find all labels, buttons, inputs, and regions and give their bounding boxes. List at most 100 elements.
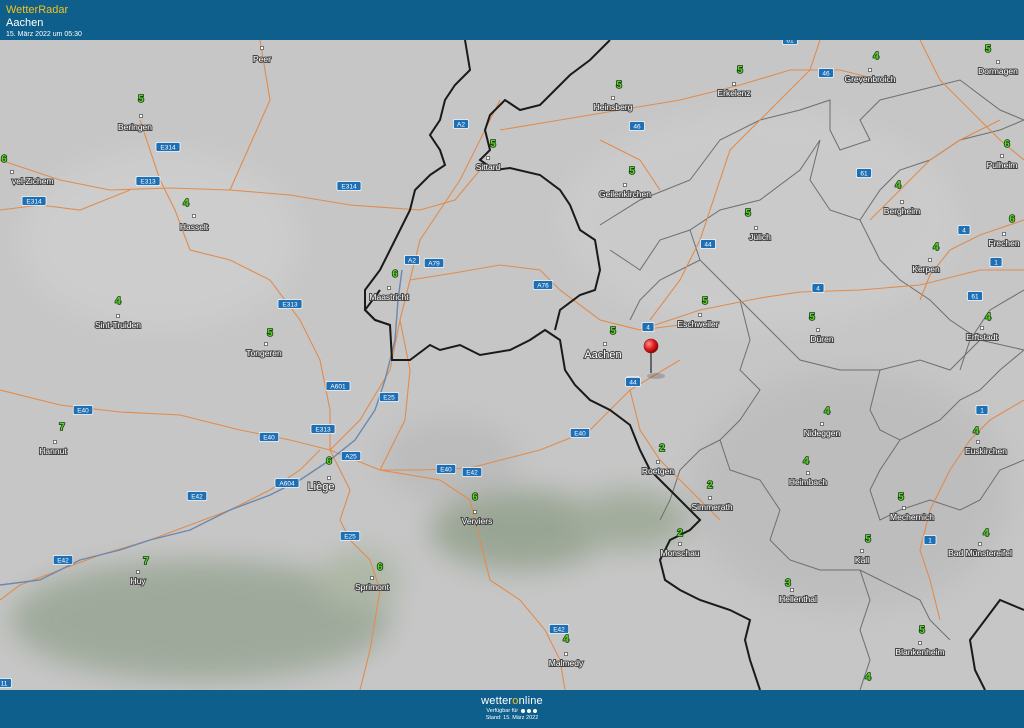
road-shield: A76 bbox=[532, 280, 554, 290]
road-shield-label: 1 bbox=[980, 407, 984, 414]
city-dot bbox=[902, 506, 906, 510]
road-shield: E42 bbox=[186, 491, 208, 501]
road-shield-label: E40 bbox=[574, 430, 586, 437]
road-shield-label: E40 bbox=[77, 407, 89, 414]
road-shield: E313 bbox=[277, 299, 303, 309]
city-label: Heinsberg bbox=[594, 102, 633, 112]
city-temperature: 3 bbox=[785, 578, 791, 589]
city-dot bbox=[1002, 232, 1006, 236]
road-shield-label: 1 bbox=[994, 259, 998, 266]
city-temperature: 6 bbox=[1009, 214, 1015, 225]
city-dot bbox=[623, 183, 627, 187]
city-temperature: 4 bbox=[865, 672, 871, 683]
road-shield: E40 bbox=[72, 405, 94, 415]
city-label: Geilenkirchen bbox=[599, 189, 651, 199]
city-dot bbox=[978, 542, 982, 546]
road-shield: 44 bbox=[625, 377, 641, 387]
city-marker[interactable]: 4 bbox=[864, 671, 872, 684]
city-label: Aachen bbox=[584, 349, 621, 361]
road-shield: E40 bbox=[569, 428, 591, 438]
city-temperature: 5 bbox=[898, 492, 904, 503]
city-temperature: 5 bbox=[985, 44, 991, 55]
city-temperature: 5 bbox=[809, 312, 815, 323]
road-shield-label: E314 bbox=[26, 198, 42, 205]
road-shield: 1 bbox=[923, 535, 937, 545]
wetteronline-logo[interactable]: wetteronline bbox=[0, 690, 1024, 707]
road-shield-label: A604 bbox=[279, 480, 295, 487]
city-dot bbox=[698, 313, 702, 317]
city-dot bbox=[732, 82, 736, 86]
city-dot bbox=[1000, 154, 1004, 158]
city-label: Mechernich bbox=[890, 512, 934, 522]
road-shield-label: A76 bbox=[537, 282, 549, 289]
road-shield-label: E40 bbox=[440, 466, 452, 473]
city-temperature: 4 bbox=[563, 634, 569, 645]
city-temperature: 5 bbox=[490, 139, 496, 150]
city-dot bbox=[678, 542, 682, 546]
city-temperature: 5 bbox=[610, 326, 616, 337]
city-temperature: 7 bbox=[143, 556, 149, 567]
road-shield: E25 bbox=[378, 392, 400, 402]
city-label: Peer bbox=[253, 54, 271, 64]
road-shield-label: E42 bbox=[553, 626, 565, 633]
road-shield: 1 bbox=[975, 405, 989, 415]
city-dot bbox=[976, 440, 980, 444]
road-shield-label: 44 bbox=[704, 241, 712, 248]
city-label: Roetgen bbox=[642, 466, 674, 476]
city-label: Simmerath bbox=[691, 502, 732, 512]
road-shield-label: 4 bbox=[646, 324, 650, 331]
city-label: Hannut bbox=[39, 446, 67, 456]
city-temperature: 2 bbox=[659, 443, 665, 454]
road-shield: E40 bbox=[258, 432, 280, 442]
road-shield-label: E314 bbox=[341, 183, 357, 190]
city-temperature: 7 bbox=[59, 422, 65, 433]
city-dot bbox=[260, 46, 264, 50]
road-shield-label: E40 bbox=[263, 434, 275, 441]
platform-dot-icon bbox=[532, 708, 537, 713]
city-dot bbox=[928, 258, 932, 262]
road-shield: 61 bbox=[782, 40, 798, 45]
city-temperature: 6 bbox=[326, 456, 332, 467]
city-dot bbox=[816, 328, 820, 332]
road-shield-label: E25 bbox=[344, 533, 356, 540]
road-shield-label: 61 bbox=[971, 293, 979, 300]
city-dot bbox=[387, 286, 391, 290]
city-label: Eschweiler bbox=[677, 319, 718, 329]
road-shield-label: A25 bbox=[345, 453, 357, 460]
road-shield: 46 bbox=[629, 121, 645, 131]
road-shield: 11 bbox=[0, 678, 12, 688]
radar-map[interactable]: 61 46 A2 46 E314 E313 E314 E314 61 4 A2 A79 44 1 E313 A… bbox=[0, 40, 1024, 690]
city-temperature: 4 bbox=[985, 312, 991, 323]
city-temperature: 6 bbox=[392, 269, 398, 280]
road-shield-label: 44 bbox=[629, 379, 637, 386]
city-label: Sprimont bbox=[355, 582, 390, 592]
road-shield: E25 bbox=[339, 531, 361, 541]
city-temperature: 6 bbox=[1004, 139, 1010, 150]
terrain-layer bbox=[0, 40, 1024, 690]
location-title: Aachen bbox=[6, 17, 44, 29]
city-label: Beringen bbox=[118, 122, 152, 132]
city-label: Euskirchen bbox=[965, 446, 1007, 456]
road-shield: 46 bbox=[818, 68, 834, 78]
city-label: Heimbach bbox=[789, 477, 828, 487]
city-temperature: 4 bbox=[983, 528, 989, 539]
city-label: vel-Zichem bbox=[12, 176, 54, 186]
city-temperature: 5 bbox=[267, 328, 273, 339]
city-label: Huy bbox=[130, 576, 146, 586]
city-temperature: 5 bbox=[737, 65, 743, 76]
road-shield: 4 bbox=[641, 322, 655, 332]
road-shield: 4 bbox=[957, 225, 971, 235]
road-shield: E42 bbox=[548, 624, 570, 634]
top-bar: WetterRadar Aachen 15. März 2022 um 05:3… bbox=[0, 0, 1024, 40]
road-shield: 61 bbox=[967, 291, 983, 301]
city-label: Blankenheim bbox=[895, 647, 944, 657]
road-shield-label: 4 bbox=[816, 285, 820, 292]
road-shield: E313 bbox=[310, 424, 336, 434]
road-shield-label: 61 bbox=[786, 40, 794, 44]
city-temperature: 5 bbox=[702, 296, 708, 307]
road-shield-label: 11 bbox=[1, 680, 8, 687]
road-shield: A25 bbox=[340, 451, 362, 461]
road-shield-label: E313 bbox=[140, 178, 156, 185]
city-label: Maastricht bbox=[369, 292, 409, 302]
city-dot bbox=[192, 214, 196, 218]
